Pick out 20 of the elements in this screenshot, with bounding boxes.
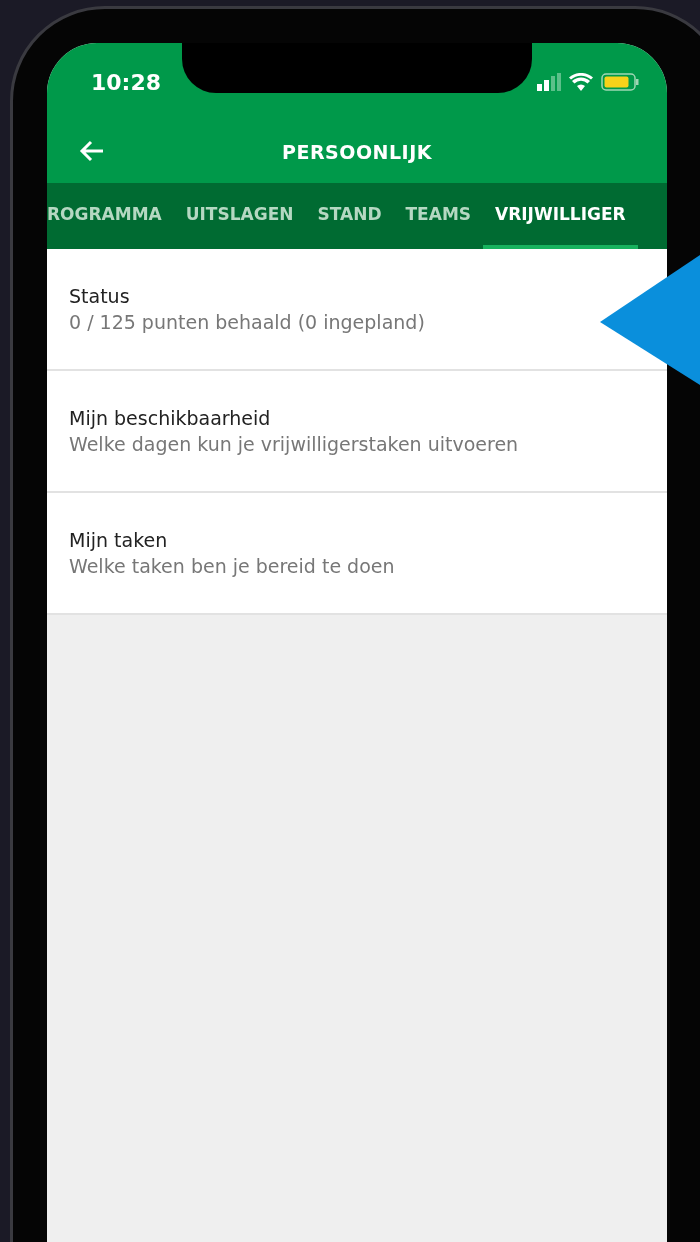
item-title: Mijn beschikbaarheid [69, 407, 272, 429]
list-item[interactable]: Mijn beschikbaarheid Welke dagen kun je vrijwilligerstaken uitvoeren [47, 371, 667, 493]
list-item[interactable]: Mijn taken Welke taken ben je bereid te doen [47, 493, 667, 615]
item-title: Mijn taken [69, 529, 169, 551]
page-title: PERSOONLIJK [282, 141, 432, 163]
tab[interactable]: ROGRAMMA [47, 183, 174, 249]
item-subtitle: Welke dagen kun je vrijwilligerstaken uitvoeren [69, 433, 520, 455]
item-subtitle: 0 / 125 punten behaald (0 ingepland) [69, 311, 426, 333]
item-title: Status [69, 285, 131, 307]
status-time: 10:28 [91, 69, 162, 95]
tab[interactable]: UITSLAGEN [173, 183, 306, 249]
tab[interactable]: STAND [305, 183, 394, 249]
battery-icon [601, 73, 639, 91]
signal-icon [537, 73, 561, 91]
pointer-arrow-icon [600, 255, 700, 385]
tab[interactable]: TEAMS [393, 183, 484, 249]
list-item[interactable]: Status 0 / 125 punten behaald (0 ingepland) [47, 249, 667, 371]
wifi-icon [569, 73, 593, 91]
back-arrow-icon[interactable] [79, 139, 105, 163]
item-subtitle: Welke taken ben je bereid te doen [69, 555, 396, 577]
